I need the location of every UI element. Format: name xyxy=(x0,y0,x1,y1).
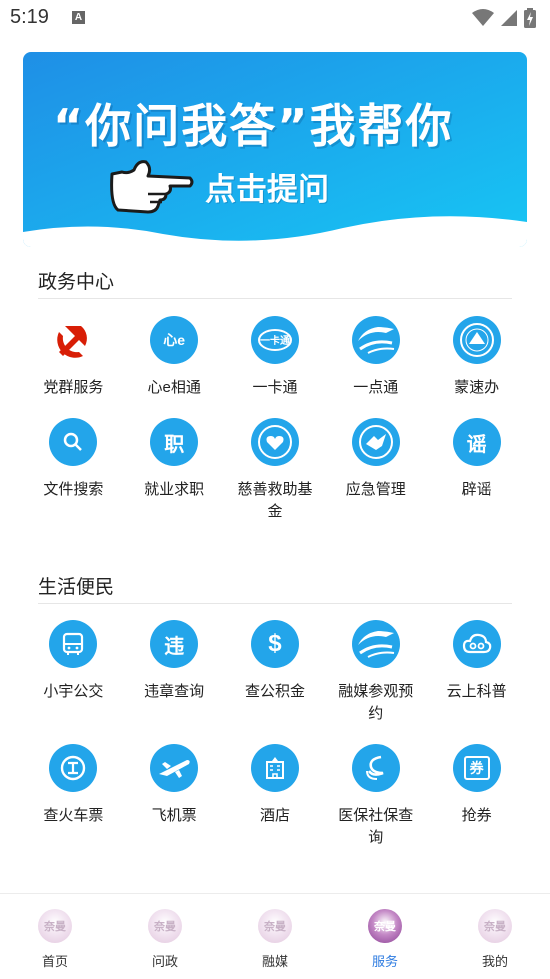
status-bar: 5:19 A xyxy=(0,0,550,36)
service-item-yidiantong[interactable]: 一点通 xyxy=(325,316,426,418)
service-item-file-search[interactable]: 文件搜索 xyxy=(23,418,124,520)
notification-icon: A xyxy=(72,11,85,24)
service-label: 蒙速办 xyxy=(454,379,500,396)
mengsuban-emblem-icon xyxy=(452,316,501,364)
svg-text:一卡通: 一卡通 xyxy=(260,334,290,347)
emergency-emblem-icon xyxy=(351,418,400,466)
service-label: 医保社保查询 xyxy=(338,807,414,846)
service-label: 辟谣 xyxy=(461,481,492,498)
service-item-mengsuban[interactable]: 蒙速办 xyxy=(426,316,527,418)
system-icons xyxy=(472,8,536,28)
naiman-logo-icon: 奈曼 xyxy=(258,909,292,943)
service-label: 小宇公交 xyxy=(43,683,104,700)
tab-label: 我的 xyxy=(481,954,508,969)
service-item-bus[interactable]: 小宇公交 xyxy=(23,620,124,744)
coupon-icon: 券 xyxy=(452,744,501,792)
service-item-fund[interactable]: $ 查公积金 xyxy=(225,620,326,744)
service-item-visit[interactable]: 融媒参观预约 xyxy=(325,620,426,744)
card-icon: 一卡通 xyxy=(250,316,299,364)
service-item-xinexiangtong[interactable]: 心e 心e相通 xyxy=(124,316,225,418)
service-label: 文件搜索 xyxy=(43,481,104,498)
service-item-party[interactable]: 党群服务 xyxy=(23,316,124,418)
service-item-rumor[interactable]: 谣 辟谣 xyxy=(426,418,527,520)
charity-emblem-icon xyxy=(250,418,299,466)
hotel-icon xyxy=(250,744,299,792)
ask-question-banner[interactable]: “你问我答”我帮你 点击提问 xyxy=(23,52,527,247)
section-title: 生活便民 xyxy=(38,577,115,598)
service-label: 酒店 xyxy=(259,807,290,824)
service-label: 应急管理 xyxy=(345,481,406,498)
tab-label: 问政 xyxy=(151,954,178,969)
tab-label: 融媒 xyxy=(261,954,288,969)
service-label: 一点通 xyxy=(353,379,399,396)
train-icon xyxy=(49,744,98,792)
service-item-flight[interactable]: 飞机票 xyxy=(124,744,225,846)
service-item-hotel[interactable]: 酒店 xyxy=(225,744,326,846)
insurance-icon xyxy=(351,744,400,792)
party-emblem-icon xyxy=(49,316,97,364)
service-item-coupon[interactable]: 券 抢券 xyxy=(426,744,527,846)
service-label: 抢券 xyxy=(461,807,492,824)
service-item-charity[interactable]: 慈善救助基金 xyxy=(225,418,326,542)
service-label: 党群服务 xyxy=(43,379,104,396)
violation-icon: 违 xyxy=(150,620,199,668)
tab-label: 首页 xyxy=(41,954,68,969)
service-label: 一卡通 xyxy=(252,379,298,396)
battery-icon xyxy=(524,8,536,28)
divider xyxy=(38,603,512,604)
tab-wenzheng[interactable]: 奈曼 问政 xyxy=(110,894,220,979)
naiman-logo-icon: 奈曼 xyxy=(368,909,402,943)
service-label: 违章查询 xyxy=(144,683,205,700)
service-item-emergency[interactable]: 应急管理 xyxy=(325,418,426,520)
airplane-icon xyxy=(150,744,199,792)
service-label: 查公积金 xyxy=(244,683,305,700)
service-label: 飞机票 xyxy=(151,807,197,824)
bottom-tab-bar: 奈曼 首页 奈曼 问政 奈曼 融媒 奈曼 服务 奈曼 我的 xyxy=(0,893,550,979)
tab-service[interactable]: 奈曼 服务 xyxy=(330,894,440,979)
service-item-science[interactable]: 云上科普 xyxy=(426,620,527,744)
service-label: 查火车票 xyxy=(43,807,104,824)
banner-subtitle: 点击提问 xyxy=(205,172,329,208)
service-label: 云上科普 xyxy=(446,683,507,700)
search-icon xyxy=(49,418,98,466)
tab-rongmei[interactable]: 奈曼 融媒 xyxy=(220,894,330,979)
divider xyxy=(38,298,512,299)
service-item-insurance[interactable]: 医保社保查询 xyxy=(325,744,426,868)
service-item-train[interactable]: 查火车票 xyxy=(23,744,124,846)
xin-e-xiangtong-icon: 心e xyxy=(150,316,199,364)
section-title: 政务中心 xyxy=(38,272,115,293)
banner-title: “你问我答”我帮你 xyxy=(53,99,454,153)
bus-icon xyxy=(49,620,98,668)
tab-home[interactable]: 奈曼 首页 xyxy=(0,894,110,979)
wave-logo-icon xyxy=(351,620,400,668)
rumor-icon: 谣 xyxy=(452,418,501,466)
pointing-hand-icon xyxy=(110,160,194,214)
coupon-glyph: 券 xyxy=(463,756,490,780)
job-icon: 职 xyxy=(150,418,199,466)
service-item-violation[interactable]: 违 违章查询 xyxy=(124,620,225,744)
service-label: 融媒参观预约 xyxy=(338,683,414,722)
naiman-logo-icon: 奈曼 xyxy=(38,909,72,943)
service-label: 就业求职 xyxy=(144,481,205,498)
naiman-logo-icon: 奈曼 xyxy=(478,909,512,943)
service-item-job[interactable]: 职 就业求职 xyxy=(124,418,225,520)
service-label: 慈善救助基金 xyxy=(237,481,313,520)
dollar-icon: $ xyxy=(250,620,299,668)
service-label: 心e相通 xyxy=(147,379,201,396)
signal-icon xyxy=(501,10,517,26)
service-grid: 党群服务 心e 心e相通 一卡通 一卡通 一点通 蒙速办 文件搜索 职 就业求职… xyxy=(23,316,527,542)
status-time: 5:19 xyxy=(10,6,49,28)
naiman-logo-icon: 奈曼 xyxy=(148,909,182,943)
wave-logo-icon xyxy=(351,316,400,364)
wifi-icon xyxy=(472,9,494,26)
tab-mine[interactable]: 奈曼 我的 xyxy=(440,894,550,979)
cloud-icon xyxy=(452,620,501,668)
service-item-yikatong[interactable]: 一卡通 一卡通 xyxy=(225,316,326,418)
service-grid: 小宇公交 违 违章查询 $ 查公积金 融媒参观预约 云上科普 查火车票 飞机票 … xyxy=(23,620,527,868)
tab-label: 服务 xyxy=(371,954,398,969)
